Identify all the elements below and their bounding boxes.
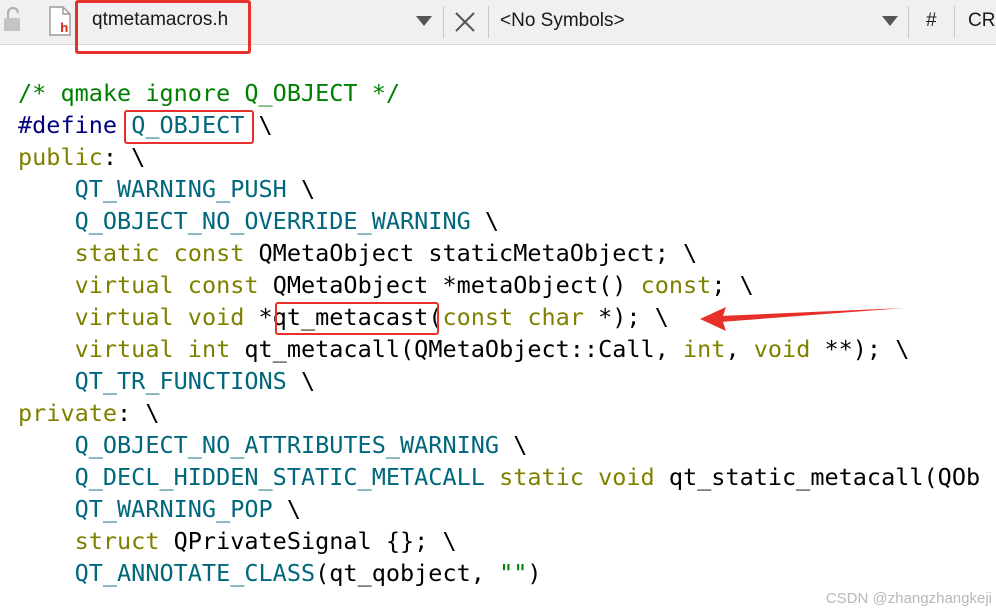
chevron-down-icon[interactable]: [882, 16, 898, 26]
annotation-box-qt-metacast: [275, 302, 439, 335]
code-line[interactable]: virtual const QMetaObject *metaObject() …: [18, 269, 996, 301]
code-line[interactable]: public: \: [18, 141, 996, 173]
code-token: : \: [117, 399, 160, 427]
code-token: struct: [74, 527, 160, 555]
code-token: QMetaObject staticMetaObject; \: [244, 239, 698, 267]
code-token: QT_WARNING_PUSH: [74, 175, 287, 203]
code-token: (qt_qobject,: [315, 559, 500, 587]
code-token: \: [286, 367, 316, 395]
code-token: void: [598, 463, 655, 491]
code-token: \: [286, 175, 316, 203]
code-token: ; \: [711, 271, 754, 299]
code-line[interactable]: QT_WARNING_POP \: [18, 493, 996, 525]
code-token: char: [527, 303, 584, 331]
code-line[interactable]: Q_OBJECT_NO_ATTRIBUTES_WARNING \: [18, 429, 996, 461]
code-token: virtual: [74, 335, 174, 363]
code-token: "": [499, 559, 528, 587]
code-token: virtual: [74, 271, 174, 299]
annotation-box-q-object: [124, 110, 254, 144]
code-line[interactable]: QT_WARNING_PUSH \: [18, 173, 996, 205]
toolbar-divider: [954, 6, 955, 38]
code-token: virtual: [74, 303, 174, 331]
code-token: public: [18, 143, 103, 171]
code-token: QPrivateSignal {}; \: [159, 527, 457, 555]
code-line[interactable]: Q_DECL_HIDDEN_STATIC_METACALL static voi…: [18, 461, 996, 493]
header-file-icon: h: [49, 6, 71, 36]
symbol-selector[interactable]: <No Symbols>: [500, 10, 625, 32]
code-token: \: [499, 431, 528, 459]
code-line[interactable]: private: \: [18, 397, 996, 429]
code-line[interactable]: Q_OBJECT_NO_OVERRIDE_WARNING \: [18, 205, 996, 237]
chevron-down-icon[interactable]: [416, 16, 432, 26]
code-token: void: [187, 303, 245, 331]
code-line[interactable]: QT_TR_FUNCTIONS \: [18, 365, 996, 397]
code-token: : \: [102, 143, 146, 171]
code-token: static: [74, 239, 160, 267]
code-token: private: [18, 399, 118, 427]
code-token: int: [187, 335, 231, 363]
code-token: Q_OBJECT_NO_OVERRIDE_WARNING: [74, 207, 471, 235]
annotation-box-filename: [75, 0, 251, 54]
hash-indicator[interactable]: #: [926, 10, 937, 32]
code-token: const: [442, 303, 514, 331]
code-token: \: [272, 495, 301, 523]
code-line[interactable]: struct QPrivateSignal {}; \: [18, 525, 996, 557]
code-token: QMetaObject *metaObject(): [258, 271, 641, 299]
svg-text:h: h: [60, 21, 69, 35]
code-line[interactable]: static const QMetaObject staticMetaObjec…: [18, 237, 996, 269]
code-token: \: [470, 207, 500, 235]
code-token: ): [527, 559, 542, 587]
code-token: *); \: [583, 303, 669, 331]
close-icon[interactable]: [454, 11, 476, 33]
code-token: QT_TR_FUNCTIONS: [74, 367, 287, 395]
line-ending-indicator[interactable]: CR: [968, 10, 995, 32]
code-token: #define: [18, 111, 118, 139]
watermark: CSDN @zhangzhangkeji: [825, 590, 992, 607]
code-token: Q_DECL_HIDDEN_STATIC_METACALL: [74, 463, 485, 491]
code-token: QT_ANNOTATE_CLASS: [74, 559, 316, 587]
code-token: const: [187, 271, 259, 299]
code-token: qt_static_metacall(QOb: [654, 463, 981, 491]
code-token: static: [499, 463, 584, 491]
code-token: Q_OBJECT_NO_ATTRIBUTES_WARNING: [74, 431, 500, 459]
code-line[interactable]: QT_ANNOTATE_CLASS(qt_qobject, ""): [18, 557, 996, 589]
code-token: const: [173, 239, 245, 267]
toolbar-divider: [908, 6, 909, 38]
code-token: /* qmake ignore Q_OBJECT */: [18, 79, 401, 107]
code-token: const: [640, 271, 712, 299]
annotation-arrow: [700, 307, 904, 331]
code-line[interactable]: /* qmake ignore Q_OBJECT */: [18, 77, 996, 109]
toolbar-divider: [443, 6, 444, 38]
toolbar-divider: [488, 6, 489, 38]
code-token: QT_WARNING_POP: [74, 495, 273, 523]
unlock-icon[interactable]: [2, 6, 24, 34]
code-token: qt_metacall(QMetaObject::Call,: [230, 335, 683, 363]
